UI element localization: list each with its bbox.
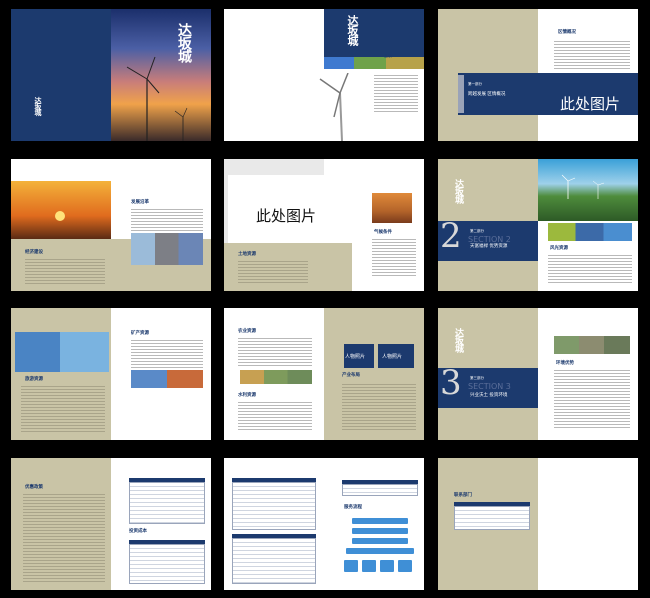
chapter3-title: 兴业沃土 投资环境 bbox=[470, 393, 508, 398]
heading-policy: 优惠政策 bbox=[25, 485, 43, 490]
flow-step bbox=[362, 560, 376, 572]
minerals-text bbox=[131, 338, 203, 370]
service-flow-page: 服务流程 bbox=[224, 458, 424, 590]
chapter3-number: 3 bbox=[440, 363, 462, 403]
portrait-label-right: 人物照片 bbox=[382, 354, 403, 360]
chapter2-label: 第二部分 bbox=[470, 229, 484, 233]
heading-investment-cost: 投资成本 bbox=[129, 529, 147, 534]
heading-overview: 区情概况 bbox=[558, 30, 576, 35]
chapter3-brand: 达坂城 bbox=[453, 328, 463, 352]
wind-photos-row bbox=[548, 223, 632, 241]
heading-climate: 气候条件 bbox=[374, 230, 392, 235]
economy-text bbox=[25, 257, 105, 285]
land-text bbox=[238, 259, 308, 283]
portrait-label-left: 人物照片 bbox=[345, 354, 366, 360]
catalog-label: 目录 bbox=[384, 53, 392, 58]
economy-page: 经济建设 发展沿革 bbox=[11, 159, 211, 291]
catalog-photo-strip bbox=[324, 57, 424, 69]
heading-agriculture: 农业资源 bbox=[238, 329, 256, 334]
tourism-photos bbox=[15, 332, 109, 372]
heading-contacts: 联系部门 bbox=[454, 493, 472, 498]
data-table bbox=[129, 482, 205, 524]
chapter3-label: 第三部分 bbox=[470, 376, 484, 380]
minerals-photos bbox=[131, 370, 203, 388]
flow-step bbox=[344, 560, 358, 572]
industry-page: 农业资源 水利资源 人物照片 人物照片 产业布局 bbox=[224, 308, 424, 440]
wind-text bbox=[548, 253, 632, 285]
heading-economy: 经济建设 bbox=[25, 250, 43, 255]
environment-text bbox=[554, 368, 630, 428]
industry-text bbox=[342, 382, 416, 432]
cost-table bbox=[129, 544, 205, 584]
chapter1-number-mark bbox=[458, 75, 464, 113]
heading-service-flow: 服务流程 bbox=[344, 505, 362, 510]
flow-step bbox=[380, 560, 394, 572]
data-table bbox=[232, 538, 316, 584]
flow-step bbox=[352, 528, 408, 534]
heading-wind: 风光资源 bbox=[550, 246, 568, 251]
agriculture-photos bbox=[240, 370, 312, 384]
sunset-photo bbox=[11, 181, 111, 239]
chapter1-page: 第一部分 跨越发展 区情概况 此处图片 区情概况 bbox=[438, 9, 638, 141]
environment-photos bbox=[554, 336, 630, 354]
chapter3-english: SECTION 3 bbox=[468, 382, 511, 391]
heading-environment: 环境优势 bbox=[556, 361, 574, 366]
chapter2-page: 达坂城 2 第二部分 SECTION 2 天富福禄 优势资源 风光资源 bbox=[438, 159, 638, 291]
catalog-brochure-mockup: { "brand": {"title": "达坂城", "title_verti… bbox=[0, 0, 650, 598]
water-text bbox=[238, 400, 312, 430]
tourism-text bbox=[21, 384, 105, 434]
climate-text bbox=[372, 237, 416, 277]
policy-page: 优惠政策 投资成本 bbox=[11, 458, 211, 590]
cover-back-title: 达坂城 bbox=[34, 97, 43, 115]
catalog-brand-title: 达坂城 bbox=[346, 15, 359, 45]
contacts-table bbox=[454, 506, 530, 530]
climate-page: 此处图片 土地资源 气候条件 bbox=[224, 159, 424, 291]
chapter2-number: 2 bbox=[440, 216, 462, 256]
flow-step bbox=[398, 560, 412, 572]
catalog-list bbox=[374, 73, 418, 113]
cover-turbine-icon bbox=[126, 56, 188, 141]
heading-tourism: 旅游资源 bbox=[25, 377, 43, 382]
data-table bbox=[232, 482, 316, 530]
chapter2-title: 天富福禄 优势资源 bbox=[470, 244, 508, 249]
contacts-page: 联系部门 bbox=[438, 458, 638, 590]
agriculture-text bbox=[238, 336, 312, 366]
history-photos bbox=[131, 233, 203, 265]
catalog-page: 达坂城 目录 bbox=[224, 9, 424, 141]
flow-step bbox=[352, 538, 408, 544]
overview-text bbox=[554, 39, 630, 69]
heading-land: 土地资源 bbox=[238, 252, 256, 257]
chapter2-brand: 达坂城 bbox=[453, 179, 463, 203]
data-table bbox=[342, 484, 418, 496]
image-placeholder: 此处图片 bbox=[256, 207, 317, 225]
turbine-icon bbox=[319, 73, 349, 141]
wind-farm-photo bbox=[538, 159, 638, 221]
cover-wind-turbine-photo bbox=[111, 9, 211, 141]
history-text bbox=[131, 207, 203, 231]
cover-page: 达坂城 达坂城 bbox=[11, 9, 211, 141]
flow-step bbox=[346, 548, 414, 554]
heading-minerals: 矿产资源 bbox=[131, 331, 149, 336]
desert-photo bbox=[372, 193, 412, 223]
cover-title: 达坂城 bbox=[176, 23, 192, 62]
minerals-page: 旅游资源 矿产资源 bbox=[11, 308, 211, 440]
chapter3-page: 达坂城 3 第三部分 SECTION 3 兴业沃土 投资环境 环境优势 bbox=[438, 308, 638, 440]
flow-step bbox=[352, 518, 408, 524]
heading-history: 发展沿革 bbox=[131, 200, 149, 205]
image-placeholder: 此处图片 bbox=[560, 95, 621, 113]
catalog-header-band bbox=[324, 9, 424, 57]
heading-industry: 产业布局 bbox=[342, 373, 360, 378]
turbines-icon bbox=[561, 174, 605, 199]
policy-text bbox=[23, 492, 105, 582]
cover-back-panel bbox=[11, 9, 111, 141]
chapter1-title: 跨越发展 区情概况 bbox=[468, 92, 506, 97]
chapter1-label: 第一部分 bbox=[468, 82, 482, 86]
sun-icon bbox=[55, 211, 65, 221]
heading-water: 水利资源 bbox=[238, 393, 256, 398]
